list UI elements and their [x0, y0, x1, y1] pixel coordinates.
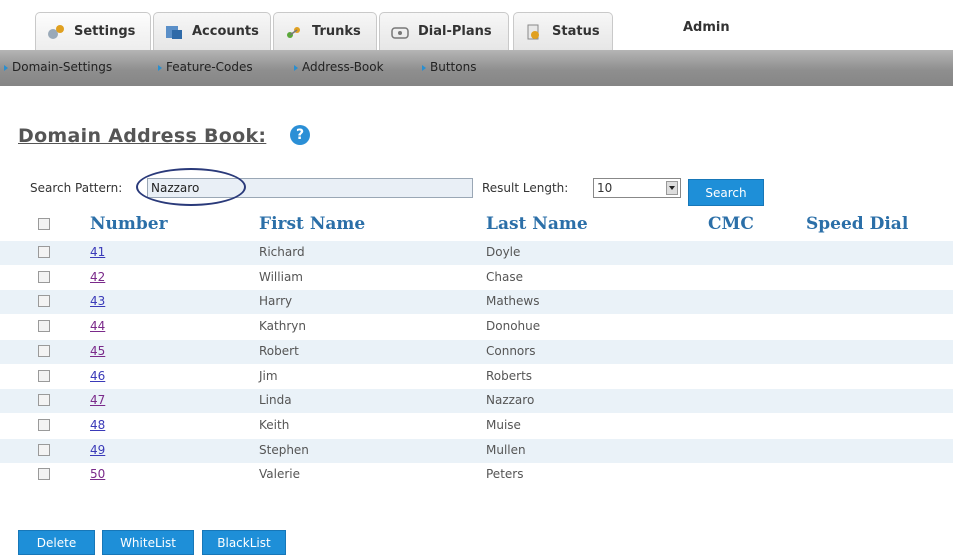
- admin-label: Admin: [683, 20, 730, 35]
- first-name-cell: Valerie: [259, 467, 300, 482]
- last-name-cell: Mullen: [486, 442, 526, 457]
- last-name-cell: Mathews: [486, 294, 540, 309]
- table-row: 43 Harry Mathews: [0, 290, 953, 315]
- subnav-domain-settings[interactable]: Domain-Settings: [4, 60, 112, 74]
- tab-label: Settings: [74, 24, 136, 39]
- table-row: 45 Robert Connors: [0, 339, 953, 364]
- dial-plans-icon: [390, 23, 410, 41]
- number-link[interactable]: 45: [90, 344, 105, 358]
- column-header-speed-dial: Speed Dial: [806, 214, 909, 234]
- row-checkbox[interactable]: [38, 270, 50, 283]
- row-checkbox[interactable]: [38, 418, 50, 431]
- tab-status[interactable]: Status: [513, 12, 613, 50]
- row-checkbox[interactable]: [38, 443, 50, 456]
- table-row: 47 Linda Nazzaro: [0, 389, 953, 414]
- row-checkbox[interactable]: [38, 394, 50, 407]
- row-checkbox[interactable]: [38, 295, 50, 308]
- subnav-feature-codes[interactable]: Feature-Codes: [158, 60, 253, 74]
- first-name-cell: Keith: [259, 417, 290, 432]
- row-checkbox[interactable]: [38, 369, 50, 382]
- settings-icon: [46, 23, 66, 41]
- search-pattern-label: Search Pattern:: [30, 181, 123, 195]
- subnav-address-book[interactable]: Address-Book: [294, 60, 384, 74]
- row-checkbox[interactable]: [38, 468, 50, 481]
- result-length-select[interactable]: 10: [593, 178, 681, 198]
- table-row: 49 Stephen Mullen: [0, 438, 953, 463]
- result-length-value: 10: [597, 181, 613, 195]
- first-name-cell: Kathryn: [259, 319, 306, 334]
- table-row: 50 Valerie Peters: [0, 463, 953, 487]
- status-icon: [524, 23, 544, 41]
- number-link[interactable]: 42: [90, 270, 105, 284]
- table-row: 48 Keith Muise: [0, 414, 953, 438]
- tab-label: Accounts: [192, 24, 259, 39]
- number-link[interactable]: 44: [90, 319, 105, 333]
- tab-dial-plans[interactable]: Dial-Plans: [379, 12, 509, 50]
- tab-settings[interactable]: Settings: [35, 12, 151, 50]
- first-name-cell: Richard: [259, 245, 305, 259]
- number-link[interactable]: 49: [90, 443, 105, 457]
- last-name-cell: Roberts: [486, 368, 533, 383]
- row-checkbox[interactable]: [38, 344, 50, 357]
- chevron-down-icon: [666, 181, 678, 195]
- tab-label: Dial-Plans: [418, 24, 492, 39]
- page-title: Domain Address Book:: [18, 125, 267, 147]
- result-length-label: Result Length:: [482, 181, 569, 195]
- column-header-cmc: CMC: [708, 214, 754, 234]
- first-name-cell: Stephen: [259, 442, 309, 457]
- select-all-checkbox[interactable]: [38, 218, 50, 230]
- number-link[interactable]: 46: [90, 369, 105, 383]
- table-row: 46 Jim Roberts: [0, 365, 953, 389]
- last-name-cell: Muise: [486, 417, 521, 432]
- last-name-cell: Peters: [486, 467, 524, 482]
- tab-accounts[interactable]: Accounts: [153, 12, 271, 50]
- tab-label: Status: [552, 24, 600, 39]
- table-row: 44 Kathryn Donohue: [0, 315, 953, 339]
- first-name-cell: Linda: [259, 393, 292, 408]
- number-link[interactable]: 47: [90, 393, 105, 407]
- number-link[interactable]: 48: [90, 418, 105, 432]
- tab-trunks[interactable]: Trunks: [273, 12, 377, 50]
- accounts-icon: [164, 23, 184, 41]
- last-name-cell: Nazzaro: [486, 393, 535, 408]
- last-name-cell: Donohue: [486, 319, 541, 334]
- sub-navigation: Domain-Settings Feature-Codes Address-Bo…: [0, 50, 953, 86]
- row-checkbox[interactable]: [38, 246, 50, 258]
- column-header-last-name: Last Name: [486, 214, 588, 234]
- trunks-icon: [284, 23, 304, 41]
- table-header: Number First Name Last Name CMC Speed Di…: [0, 210, 953, 238]
- search-button[interactable]: Search: [688, 179, 764, 206]
- number-link[interactable]: 41: [90, 245, 105, 259]
- column-header-first-name: First Name: [259, 214, 366, 234]
- whitelist-button[interactable]: WhiteList: [102, 530, 194, 555]
- number-link[interactable]: 43: [90, 294, 105, 308]
- subnav-buttons[interactable]: Buttons: [422, 60, 476, 74]
- blacklist-button[interactable]: BlackList: [202, 530, 286, 555]
- last-name-cell: Connors: [486, 343, 536, 358]
- first-name-cell: Jim: [259, 368, 278, 383]
- row-checkbox[interactable]: [38, 320, 50, 333]
- first-name-cell: William: [259, 269, 303, 284]
- main-tab-bar: Settings Accounts Trunks Dial-Plans Stat…: [0, 0, 953, 50]
- last-name-cell: Doyle: [486, 245, 521, 259]
- table-row: 42 William Chase: [0, 266, 953, 290]
- first-name-cell: Harry: [259, 294, 293, 309]
- search-pattern-input[interactable]: [147, 178, 473, 198]
- number-link[interactable]: 50: [90, 467, 105, 481]
- last-name-cell: Chase: [486, 269, 523, 284]
- delete-button[interactable]: Delete: [18, 530, 95, 555]
- tab-label: Trunks: [312, 24, 361, 39]
- column-header-number: Number: [90, 214, 168, 234]
- first-name-cell: Robert: [259, 343, 299, 358]
- table-row: 41 Richard Doyle: [0, 241, 953, 265]
- help-icon[interactable]: ?: [290, 125, 310, 145]
